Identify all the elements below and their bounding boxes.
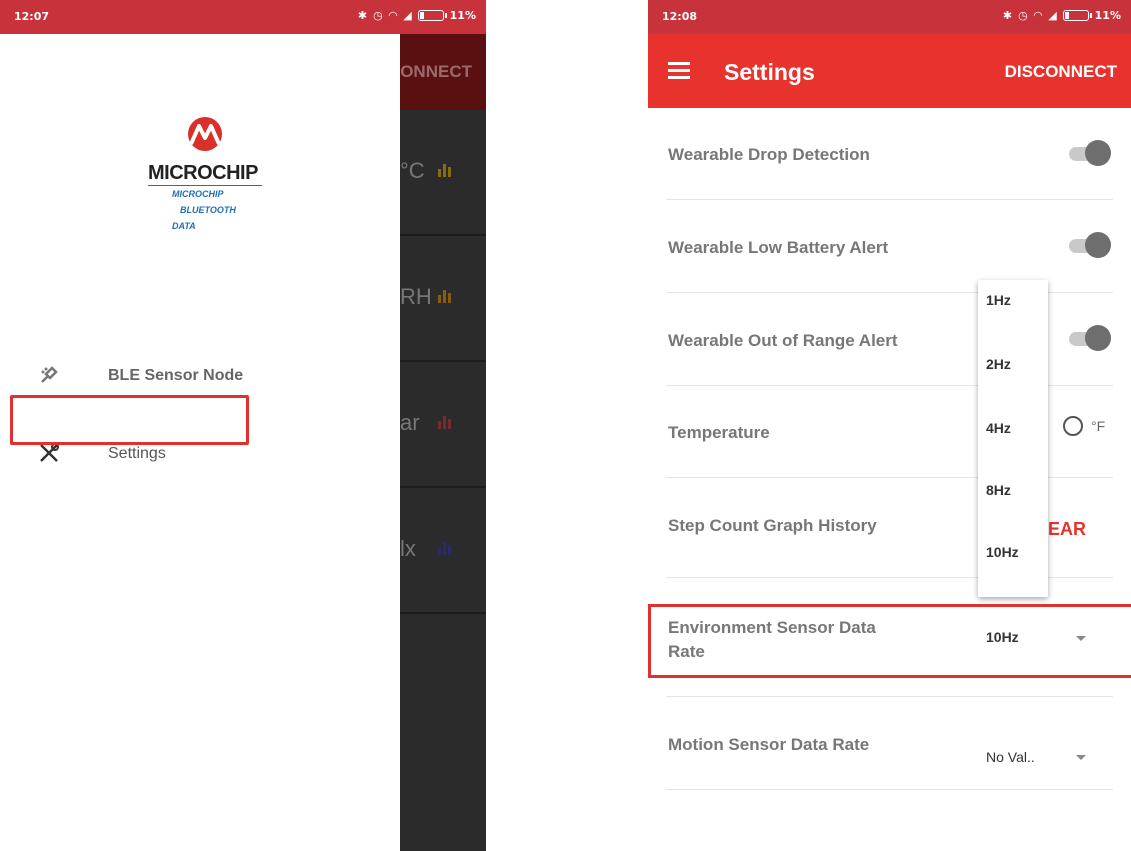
bluetooth-icon: ✱ [357,9,368,22]
card-unit: ar [400,410,420,435]
bluetooth-icon: ✱ [1002,9,1013,22]
card-unit: lx [400,536,416,561]
status-bar: 12:08 ✱ ◷ ◠ ◢ 11% [648,0,1131,34]
logo-line-3: DATA [172,221,196,231]
chart-icon [438,161,454,177]
sensor-card-light[interactable]: lx [400,488,486,614]
alarm-icon: ◷ [1018,9,1028,22]
dimmed-main-content[interactable]: DISCONNECT °C RH ar lx [400,34,486,851]
logo-brand-text: MICROCHIP [148,162,258,184]
right-phone-screen: 12:08 ✱ ◷ ◠ ◢ 11% Settings DISCONNECT We… [648,0,1131,851]
dimmed-app-bar: DISCONNECT [400,34,486,110]
dropdown-option[interactable]: 2Hz [986,356,1011,372]
drawer-item-ble-sensor-node[interactable]: BLE Sensor Node [0,352,400,400]
annotation-highlight-box [10,395,249,445]
battery-icon [1062,10,1092,21]
wearable-out-of-range-alert-toggle[interactable] [1069,325,1111,351]
dropdown-option[interactable]: 1Hz [986,292,1011,308]
tools-icon [38,442,60,464]
wifi-icon: ◠ [388,9,398,22]
drawer-item-label: Settings [108,445,166,462]
signal-icon: ◢ [403,9,412,22]
dropdown-option[interactable]: 8Hz [986,482,1011,498]
sensor-card-temperature[interactable]: °C [400,110,486,236]
microchip-logo: MICROCHIP MICROCHIP BLUETOOTH DATA [140,112,280,272]
annotation-highlight-box [648,604,1131,678]
battery-level: 11% [449,9,476,22]
chart-icon [438,287,454,303]
clear-button[interactable]: EAR [1048,519,1086,540]
signal-icon: ◢ [1048,9,1057,22]
alarm-icon: ◷ [373,9,383,22]
setting-label: Motion Sensor Data Rate [668,735,870,754]
chevron-down-icon [1076,755,1086,760]
card-unit: RH [400,284,432,309]
chart-icon [438,413,454,429]
motion-data-rate-select[interactable]: No Val.. [986,749,1035,765]
status-time: 12:07 [14,10,50,23]
card-unit: °C [400,158,425,183]
setting-label: Wearable Drop Detection [668,145,870,164]
setting-label: Temperature [668,423,770,442]
setting-label: Wearable Low Battery Alert [668,238,889,257]
logo-line-2: BLUETOOTH [180,205,236,215]
setting-row-motion-sensor-data-rate: Motion Sensor Data Rate No Val.. [666,697,1113,790]
setting-label: Step Count Graph History [668,516,877,535]
dropdown-option[interactable]: 10Hz [986,544,1019,560]
fahrenheit-label: °F [1091,418,1106,434]
dropdown-option[interactable]: 4Hz [986,420,1011,436]
status-bar: 12:07 ✱ ◷ ◠ ◢ 11% [0,0,486,34]
disconnect-button[interactable]: DISCONNECT [400,62,472,82]
drawer-item-label: BLE Sensor Node [108,367,244,384]
sensor-card-humidity[interactable]: RH [400,236,486,362]
battery-icon [417,10,447,21]
logo-divider [148,185,262,186]
status-time: 12:08 [662,10,698,23]
app-bar: Settings DISCONNECT [648,34,1131,108]
chart-icon [438,539,454,555]
logo-line-1: MICROCHIP [172,189,224,199]
microchip-logo-icon [188,117,222,151]
wearable-low-battery-alert-toggle[interactable] [1069,232,1111,258]
hamburger-menu-icon[interactable] [668,62,690,79]
wifi-icon: ◠ [1033,9,1043,22]
left-phone-screen: 12:07 ✱ ◷ ◠ ◢ 11% DISCONNECT °C RH ar [0,0,486,851]
status-icons: ✱ ◷ ◠ ◢ 11% [358,9,476,22]
temperature-fahrenheit-radio[interactable] [1063,416,1083,436]
sensor-node-icon [38,364,60,386]
status-icons: ✱ ◷ ◠ ◢ 11% [1003,9,1121,22]
page-title: Settings [724,59,815,85]
sensor-card-pressure[interactable]: ar [400,362,486,488]
setting-row-wearable-drop-detection: Wearable Drop Detection [666,108,1113,200]
disconnect-button[interactable]: DISCONNECT [1005,62,1117,82]
data-rate-dropdown-menu: 1Hz 2Hz 4Hz 8Hz 10Hz [978,280,1048,597]
battery-level: 11% [1094,9,1121,22]
wearable-drop-detection-toggle[interactable] [1069,140,1111,166]
setting-label: Wearable Out of Range Alert [668,331,898,350]
